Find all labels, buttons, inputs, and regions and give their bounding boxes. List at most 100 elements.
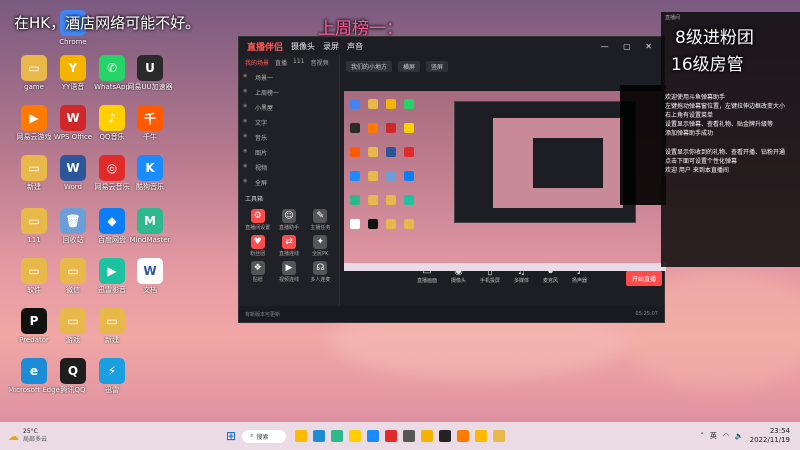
- scene-select[interactable]: 我们的小地方: [346, 60, 393, 72]
- scene-item[interactable]: 场景一: [239, 70, 339, 85]
- tool-button[interactable]: ✎ 主播任务: [306, 209, 335, 231]
- preview-mini-icon: [350, 123, 360, 133]
- search-icon: ⌕: [250, 432, 254, 439]
- danmaku-chat-panel[interactable]: 直播间 8级进粉团 16级房管 欢迎使用斗鱼弹幕助手 左键拖动弹幕窗位置，左键拉伸…: [661, 12, 800, 267]
- update-notice[interactable]: 有新版本可更新: [245, 311, 280, 318]
- desktop-icon[interactable]: M MindMaster: [124, 208, 176, 244]
- chat-header: 直播间: [665, 15, 681, 21]
- preview-nested-canvas: [493, 118, 623, 208]
- live-streaming-app-window[interactable]: 直播伴侣 摄像头 录屏 声音 — ▢ ✕ 我的场景 直播 111 音视频 场景一…: [238, 36, 666, 323]
- wifi-icon[interactable]: ◠: [723, 432, 729, 440]
- desktop-app-icon: ▭: [21, 55, 47, 81]
- desktop-app-icon: 千: [137, 105, 163, 131]
- stream-preview[interactable]: [344, 91, 666, 271]
- taskbar-app-icon[interactable]: [421, 430, 434, 442]
- bottom-tool-label: 扬声器: [572, 278, 588, 284]
- bottom-tool-button[interactable]: ▭ 直播画面: [417, 266, 437, 292]
- taskbar-app-icon[interactable]: [313, 430, 326, 442]
- scene-item[interactable]: 全屏: [239, 175, 339, 190]
- taskbar-app-icon[interactable]: [331, 430, 344, 442]
- header-item-camera[interactable]: 摄像头: [291, 41, 315, 52]
- desktop-icon-label: 迅雷: [105, 386, 119, 394]
- tool-button[interactable]: ✦ 全民PK: [306, 235, 335, 257]
- chat-message: 欢迎使用斗鱼弹幕助手: [665, 94, 726, 101]
- mode-portrait[interactable]: 竖屏: [426, 60, 449, 72]
- chat-message: 添加弹幕助手成功: [665, 130, 714, 137]
- preview-mini-icon: [404, 171, 414, 181]
- scene-item[interactable]: 视频: [239, 160, 339, 175]
- app-titlebar[interactable]: 直播伴侣 摄像头 录屏 声音 — ▢ ✕: [239, 37, 664, 55]
- desktop-icon[interactable]: ⚡ 迅雷: [86, 358, 138, 394]
- chat-message: 欢迎 用户 来到本直播间: [665, 167, 729, 174]
- scene-item[interactable]: 图片: [239, 145, 339, 160]
- desktop-app-icon: Q: [60, 358, 86, 384]
- taskbar-app-icon[interactable]: [295, 430, 308, 442]
- desktop-icon[interactable]: K 酷狗音乐: [124, 155, 176, 191]
- tool-button[interactable]: ♥ 粉丝团: [243, 235, 272, 257]
- desktop-app-icon: ▭: [21, 155, 47, 181]
- chat-message: 设置显示你收到的礼物、查看开播、钻粉开通: [665, 149, 786, 156]
- preview-mini-icon: [350, 171, 360, 181]
- taskbar-app-icon[interactable]: [457, 430, 470, 442]
- tool-button[interactable]: ⇄ 直播连线: [274, 235, 303, 257]
- taskbar-app-icon[interactable]: [367, 430, 380, 442]
- desktop-app-icon: ▭: [60, 258, 86, 284]
- tray-chevron-icon[interactable]: ˄: [700, 432, 704, 440]
- preview-mini-icon: [368, 195, 378, 205]
- tool-button[interactable]: ▶ 视频连线: [274, 261, 303, 283]
- desktop-icon[interactable]: ▭ 新建: [86, 308, 138, 344]
- bottom-tool-button[interactable]: ♫ 多媒体: [514, 266, 529, 292]
- preview-mini-icon: [386, 123, 396, 133]
- tool-button[interactable]: ❖ 贴纸: [243, 261, 272, 283]
- tool-button[interactable]: ⚙ 直播间设置: [243, 209, 272, 231]
- clock[interactable]: 23:54 2022/11/19: [750, 427, 790, 445]
- weather-widget[interactable]: ☁ 25°C 局部多云: [8, 428, 198, 444]
- tab-live[interactable]: 直播: [275, 58, 287, 67]
- taskbar-app-icon[interactable]: [385, 430, 398, 442]
- start-menu-icon[interactable]: ⊞: [226, 429, 236, 443]
- bottom-toolbar: ▭ 直播画面 ◉ 摄像头 ▯ 手机投屏 ♫ 多媒体 ⏺ 麦克风 ♪ 扬声器: [340, 266, 664, 292]
- bottom-tool-label: 多媒体: [514, 278, 530, 284]
- taskbar-app-icon[interactable]: [493, 430, 506, 442]
- chat-message-list: 欢迎使用斗鱼弹幕助手 左键拖动弹幕窗位置，左键拉伸边框改变大小 右上角有设置菜单 设置…: [661, 93, 800, 175]
- taskbar-app-icon[interactable]: [475, 430, 488, 442]
- bottom-tool-button[interactable]: ▯ 手机投屏: [480, 266, 500, 292]
- scene-item[interactable]: 音乐: [239, 130, 339, 145]
- scene-item[interactable]: 小黑屋: [239, 100, 339, 115]
- header-item-record[interactable]: 录屏: [323, 41, 339, 52]
- preview-mini-icon: [350, 147, 360, 157]
- taskbar-search[interactable]: ⌕ 搜索: [242, 429, 287, 443]
- tool-icon: ♥: [250, 235, 265, 249]
- preview-mini-icon: [350, 195, 360, 205]
- tab-my-scenes[interactable]: 我的场景: [245, 58, 269, 67]
- tray-lang[interactable]: 英: [710, 431, 717, 441]
- bottom-tool-button[interactable]: ♪ 扬声器: [572, 266, 587, 292]
- scene-item[interactable]: 文字: [239, 115, 339, 130]
- taskbar-app-icon[interactable]: [403, 430, 416, 442]
- taskbar-app-icon[interactable]: [439, 430, 452, 442]
- bottom-tool-icon: ▭: [422, 266, 432, 277]
- header-item-audio[interactable]: 声音: [347, 41, 363, 52]
- start-live-button[interactable]: 开始直播: [625, 271, 662, 286]
- desktop-icon[interactable]: U 网易UU加速器: [124, 55, 176, 91]
- bottom-tool-button[interactable]: ⏺ 麦克风: [543, 266, 558, 292]
- tool-icon: ▶: [281, 261, 296, 275]
- desktop-app-icon: ▶: [21, 105, 47, 131]
- desktop-icon[interactable]: 千千牛: [124, 105, 176, 141]
- taskbar-app-icon[interactable]: [349, 430, 362, 442]
- window-controls[interactable]: — ▢ ✕: [601, 42, 658, 51]
- bottom-tool-button[interactable]: ◉ 摄像头: [451, 266, 466, 292]
- tab-111[interactable]: 111: [293, 58, 304, 67]
- scene-item[interactable]: 上周榜一: [239, 85, 339, 100]
- desktop-icon[interactable]: W 文档: [124, 258, 176, 294]
- weather-temp: 25°C: [23, 428, 38, 435]
- mode-landscape[interactable]: 横屏: [398, 60, 421, 72]
- preview-nested-window: [454, 101, 636, 223]
- desktop-icon-label: 酷狗音乐: [136, 183, 164, 191]
- tool-button[interactable]: ☺ 直播助手: [274, 209, 303, 231]
- bottom-tool-icon: ♫: [517, 266, 526, 277]
- tab-av[interactable]: 音视频: [310, 58, 328, 67]
- scene-panel: 我的场景 直播 111 音视频 场景一上周榜一小黑屋文字音乐图片视频全屏 工具箱…: [239, 55, 340, 306]
- volume-icon[interactable]: 🔈: [735, 432, 744, 440]
- tool-button[interactable]: ☊ 多人连麦: [306, 261, 335, 283]
